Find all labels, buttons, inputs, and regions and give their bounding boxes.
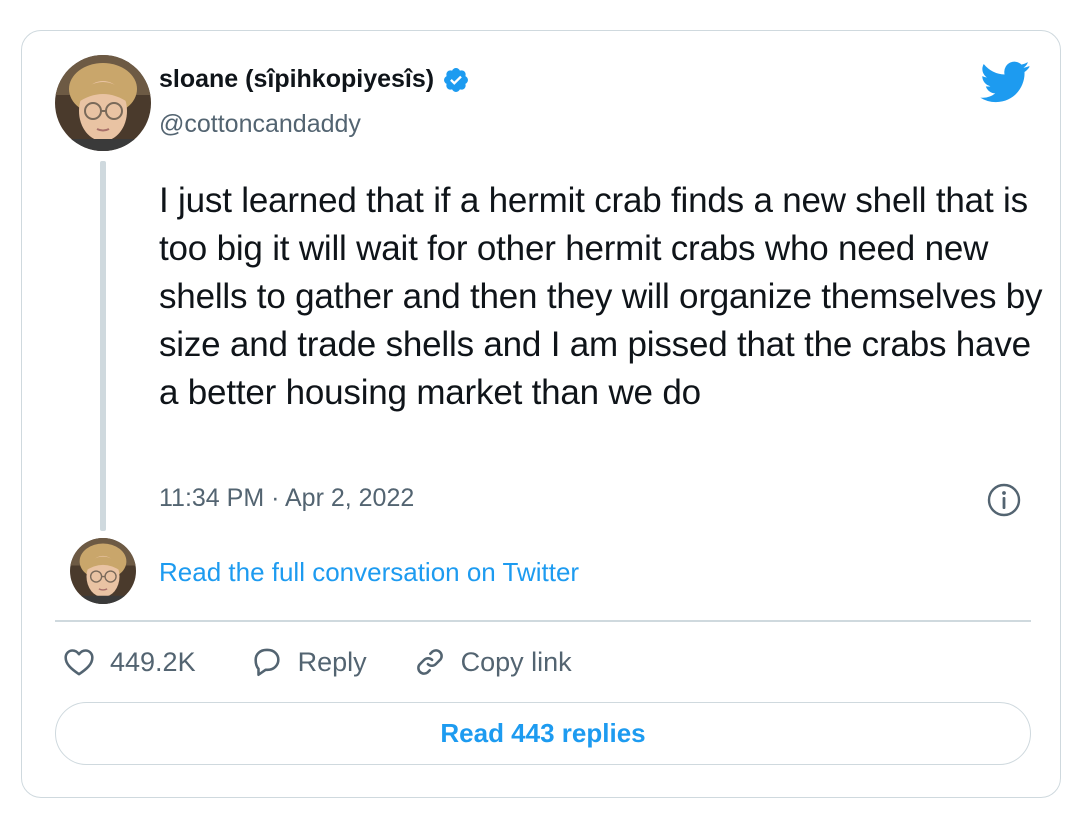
read-replies-button[interactable]: Read 443 replies: [55, 702, 1031, 765]
heart-icon: [64, 649, 94, 676]
author-handle[interactable]: @cottoncandaddy: [159, 110, 361, 139]
author-name-row: sloane (sîpihkopiyesîs): [159, 65, 470, 94]
link-icon: [416, 649, 443, 675]
author-avatar[interactable]: [55, 55, 151, 151]
tweet-text: I just learned that if a hermit crab fin…: [159, 181, 1043, 412]
author-display-name[interactable]: sloane (sîpihkopiyesîs): [159, 65, 434, 94]
copy-link-label: Copy link: [460, 646, 572, 677]
tweet-actions: 449.2K Reply Copy link: [62, 644, 572, 680]
avatar-image: [55, 55, 151, 151]
tweet-timestamp[interactable]: 11:34 PM · Apr 2, 2022: [159, 484, 414, 513]
reply-label: Reply: [297, 646, 367, 677]
info-icon[interactable]: [986, 482, 1022, 518]
read-full-conversation-link[interactable]: Read the full conversation on Twitter: [159, 557, 579, 588]
like-count: 449.2K: [110, 646, 196, 677]
twitter-bird-icon[interactable]: [980, 61, 1030, 103]
conversation-avatar[interactable]: [70, 538, 136, 604]
avatar-image: [70, 538, 136, 604]
verified-badge-icon: [444, 67, 469, 92]
speech-bubble-icon: [253, 648, 280, 677]
copy-link-button[interactable]: Copy link: [413, 645, 572, 679]
read-replies-label: Read 443 replies: [440, 718, 646, 748]
like-button[interactable]: 449.2K: [62, 645, 196, 679]
reply-button[interactable]: Reply: [250, 645, 367, 679]
tweet-embed-card: sloane (sîpihkopiyesîs) @cottoncandaddy …: [21, 30, 1061, 798]
thread-connector-line: [100, 161, 106, 531]
divider: [55, 620, 1031, 622]
